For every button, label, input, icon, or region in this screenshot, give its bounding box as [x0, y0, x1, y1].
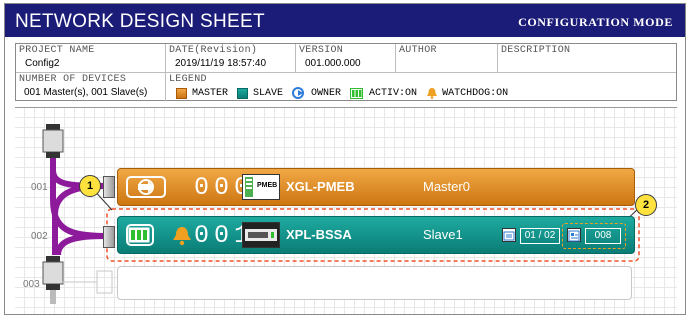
master-role: Master0: [423, 179, 470, 194]
owner-icon-box: [126, 176, 166, 198]
master-device-image: PMEB: [242, 174, 280, 200]
top-cable-connector: [42, 129, 64, 153]
row-number: 003: [23, 279, 40, 290]
io-map-glyph: [503, 231, 515, 241]
slave-port-connector[interactable]: [103, 226, 115, 248]
activ-on-icon: [128, 227, 150, 243]
top-cable-plug-2: [46, 152, 60, 158]
slave-device-name: XPL-BSSA: [286, 227, 352, 242]
activ-icon-box: [126, 224, 154, 246]
io-map-icon[interactable]: [502, 228, 516, 242]
master-port-connector[interactable]: [103, 176, 115, 198]
row-number: 001: [31, 182, 48, 193]
slave-device-image: [242, 222, 280, 248]
bottom-cable-plug-2: [46, 284, 60, 290]
cable-from-slave: [55, 233, 106, 256]
master-image-label: PMEB: [257, 182, 278, 189]
owner-icon: [138, 179, 154, 195]
callout-2: 2: [635, 194, 657, 216]
empty-device-slot[interactable]: [117, 266, 632, 300]
bottom-cable-plug: [46, 256, 60, 262]
watchdog-icon: [173, 227, 191, 246]
io-module-icon: [245, 229, 277, 241]
bottom-cable-tail: [50, 290, 56, 304]
master-device-name: XGL-PMEB: [286, 179, 355, 194]
slave-role: Slave1: [423, 227, 463, 242]
empty-slot-connector: [96, 270, 113, 294]
master-device[interactable]: 000 PMEB XGL-PMEB Master0: [117, 168, 635, 206]
parameter-highlight-outline: [562, 223, 626, 249]
top-cable-plug: [46, 124, 60, 130]
slave-device[interactable]: 001 XPL-BSSA Slave1 01 / 02 008: [117, 216, 635, 254]
bottom-cable-connector: [42, 261, 64, 285]
io-value-box[interactable]: 01 / 02: [520, 228, 560, 244]
row-number: 002: [31, 231, 48, 242]
callout-1: 1: [79, 175, 101, 197]
